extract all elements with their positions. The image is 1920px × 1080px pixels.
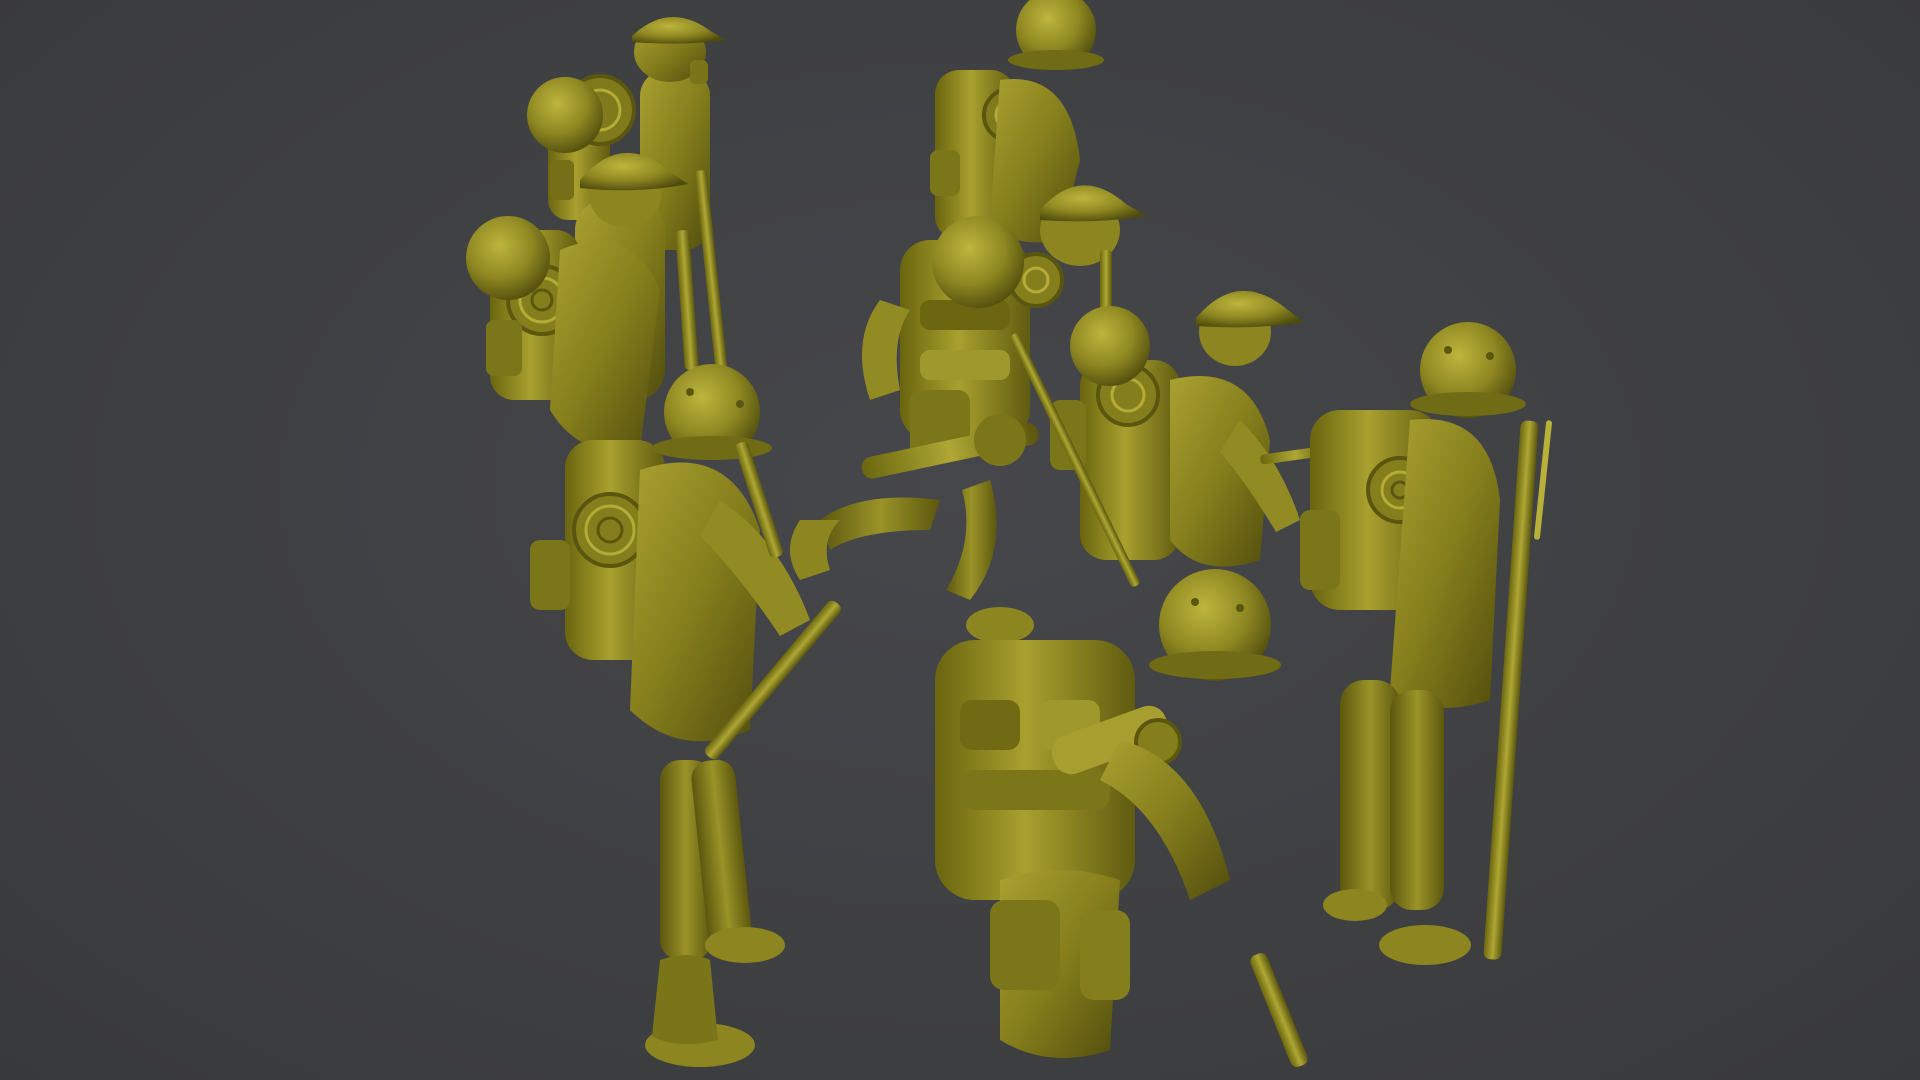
soldier-figure-helmet-center-backpack xyxy=(862,216,1064,460)
soldier-figure-helmet-front-left xyxy=(530,364,841,1067)
soldier-figure-helmet-front-center xyxy=(935,569,1308,1067)
soldier-figure-helmet-far-left xyxy=(466,216,660,452)
render-viewport xyxy=(0,0,1920,1080)
soldier-figure-cap-center xyxy=(1040,185,1146,330)
soldier-figures-render xyxy=(466,0,1552,1067)
soldier-figure-cap-center-right xyxy=(1010,290,1330,587)
soldier-figure-helmet-right xyxy=(1300,322,1552,965)
